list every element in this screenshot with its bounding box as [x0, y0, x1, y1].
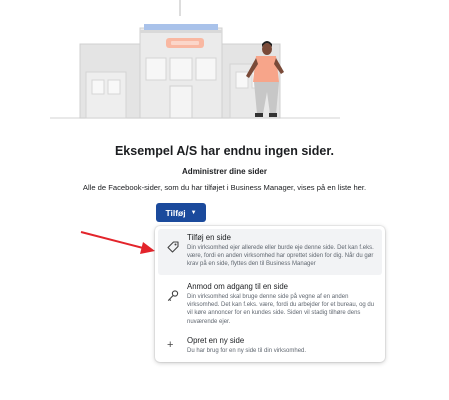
menu-item-description: Din virksomhed skal bruge denne side på … [187, 294, 375, 325]
menu-item-title: Opret en ny side [187, 336, 245, 345]
menu-item-title: Anmod om adgang til en side [187, 282, 288, 291]
add-button-label: Tilføj [165, 207, 186, 218]
empty-state-description: Alle de Facebook-sider, som du har tilfø… [82, 183, 367, 192]
caret-down-icon: ▼ [190, 209, 197, 216]
tag-icon [167, 233, 181, 271]
section-heading: Administrer dine sider [182, 167, 267, 176]
storefront-person-illustration [50, 0, 340, 119]
empty-state-title: Eksempel A/S har endnu ingen sider. [114, 144, 335, 158]
menu-item-description: Du har brug for en ny side til din virks… [187, 348, 307, 354]
menu-item-title: Tilføj en side [187, 233, 231, 242]
menu-item-add-page[interactable]: Tilføj en side Din virksomhed ejer aller… [158, 229, 382, 275]
menu-item-request-access[interactable]: Anmod om adgang til en side Din virksomh… [158, 278, 382, 331]
menu-item-description: Din virksomhed ejer allerede eller burde… [187, 245, 374, 268]
plus-icon: + [167, 339, 174, 351]
red-arrow-annotation [80, 231, 155, 254]
key-icon [167, 282, 181, 327]
add-button[interactable]: Tilføj ▼ [156, 203, 206, 222]
menu-item-create-page[interactable]: + Opret en ny side Du har brug for en ny… [158, 332, 382, 358]
add-dropdown-menu: Tilføj en side Din virksomhed ejer aller… [155, 226, 385, 362]
